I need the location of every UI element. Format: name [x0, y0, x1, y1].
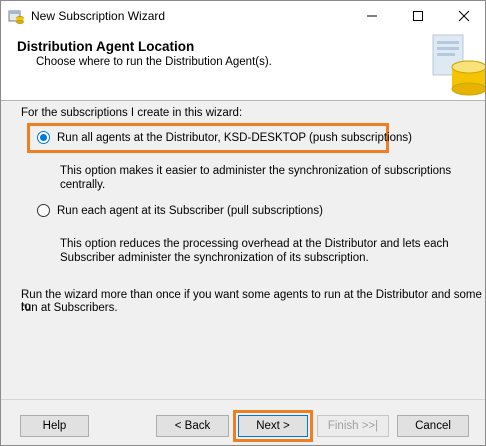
page-title: Distribution Agent Location — [17, 39, 195, 54]
pull-subscriptions-radio[interactable]: Run each agent at its Subscriber (pull s… — [37, 204, 323, 217]
close-icon[interactable] — [441, 1, 485, 31]
footer-divider — [1, 399, 485, 400]
wizard-window: New Subscription Wizard Distribution Age… — [0, 0, 486, 446]
radio-button-checked[interactable] — [37, 131, 50, 144]
wizard-note-line-2: run at Subscribers. — [21, 302, 118, 314]
wizard-app-icon — [8, 8, 24, 24]
wizard-header: Distribution Agent Location Choose where… — [1, 31, 485, 101]
next-button[interactable]: Next > — [238, 415, 308, 437]
title-bar[interactable]: New Subscription Wizard — [1, 1, 485, 31]
cancel-button[interactable]: Cancel — [397, 415, 469, 437]
intro-text: For the subscriptions I create in this w… — [21, 107, 243, 119]
database-graphic-icon — [425, 33, 485, 99]
back-button[interactable]: < Back — [156, 415, 229, 437]
pull-option-description-line-2: Subscriber administer the synchronizatio… — [60, 252, 369, 264]
push-option-description: This option makes it easier to administe… — [60, 165, 452, 191]
pull-option-description-line-1: This option reduces the processing overh… — [60, 238, 449, 250]
push-subscriptions-radio[interactable]: Run all agents at the Distributor, KSD-D… — [37, 131, 412, 144]
help-button[interactable]: Help — [20, 415, 89, 437]
finish-button: Finish >>| — [317, 415, 389, 437]
maximize-icon[interactable] — [395, 1, 441, 31]
page-subtitle: Choose where to run the Distribution Age… — [36, 56, 272, 68]
pull-option-label[interactable]: Run each agent at its Subscriber (pull s… — [57, 205, 323, 217]
push-option-label[interactable]: Run all agents at the Distributor, KSD-D… — [57, 132, 412, 144]
window-title: New Subscription Wizard — [31, 9, 166, 23]
radio-button-unchecked[interactable] — [37, 204, 50, 217]
minimize-icon[interactable] — [349, 1, 395, 31]
